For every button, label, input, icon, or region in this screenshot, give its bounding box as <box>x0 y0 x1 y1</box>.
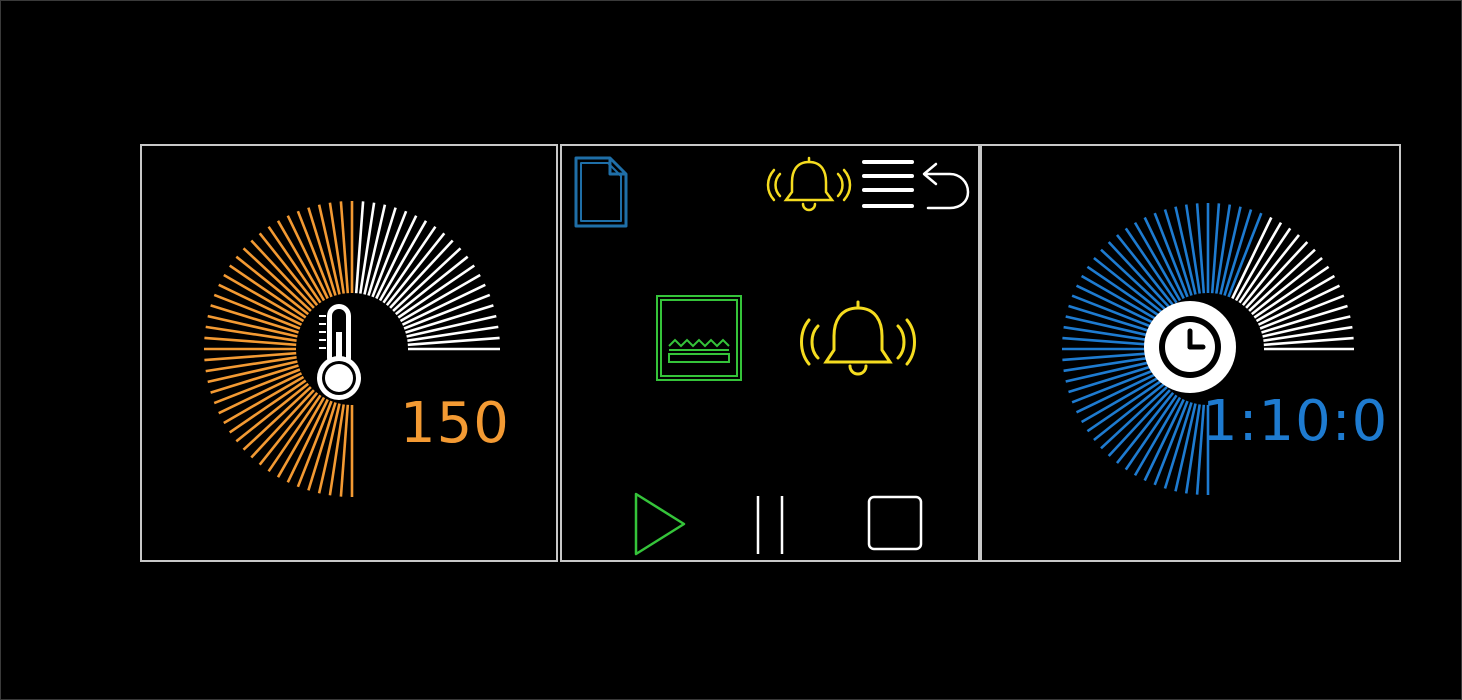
stop-icon[interactable] <box>866 494 924 552</box>
play-icon[interactable] <box>632 490 688 558</box>
gauge-tick-active <box>1115 234 1175 307</box>
gauge-tick-active <box>1115 391 1175 464</box>
gauge-tick-active <box>258 391 319 466</box>
document-icon[interactable] <box>572 154 630 230</box>
temperature-value[interactable]: 150 <box>400 396 510 452</box>
bell-ringing-icon[interactable] <box>766 156 852 214</box>
timer-panel[interactable]: 1:10:0 <box>980 144 1401 562</box>
menu-icon[interactable] <box>860 158 916 212</box>
undo-arrow-icon[interactable] <box>920 160 972 212</box>
pause-icon[interactable] <box>752 494 788 556</box>
gauge-tick-inactive <box>385 232 446 307</box>
gauge-tick-active <box>235 382 310 443</box>
gauge-tick-inactive <box>1241 234 1301 307</box>
clock-icon <box>1143 300 1237 394</box>
control-panel <box>560 144 980 562</box>
temperature-panel[interactable]: 150 <box>140 144 558 562</box>
gauge-tick-active <box>235 255 310 316</box>
bell-ringing-icon[interactable] <box>796 300 920 382</box>
gauge-tick-inactive <box>1250 256 1323 316</box>
oven-bottom-heat-icon[interactable] <box>655 294 743 382</box>
timer-value[interactable]: 1:10:0 <box>1202 394 1388 450</box>
gauge-tick-active <box>258 232 319 307</box>
gauge-tick-inactive <box>394 255 469 316</box>
thermometer-icon <box>313 302 365 402</box>
